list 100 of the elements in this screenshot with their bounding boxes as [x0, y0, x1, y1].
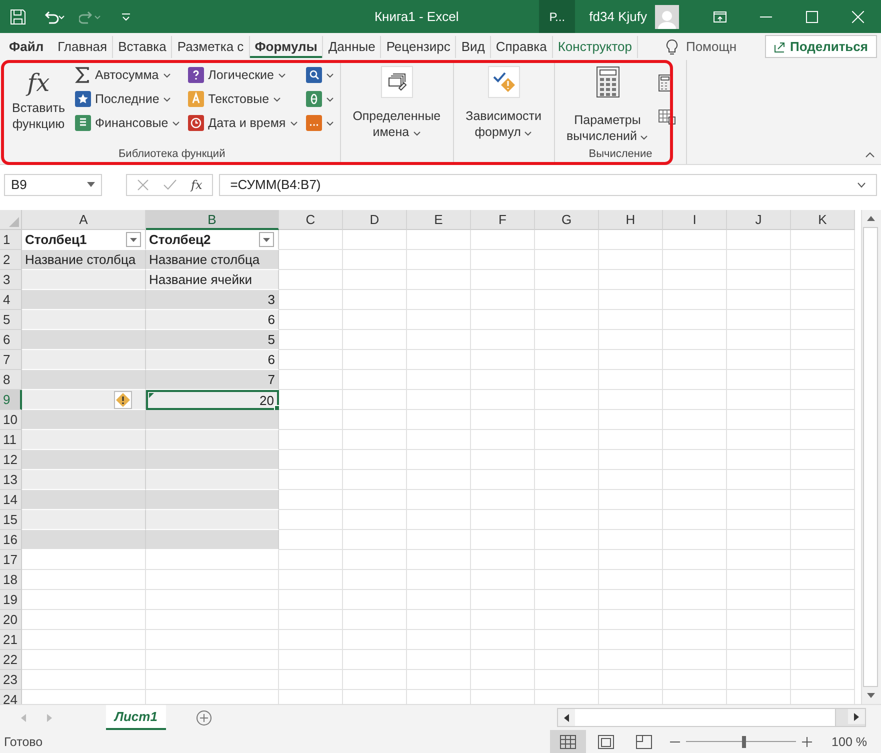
ribbon-tab[interactable]: Разметка с: [172, 36, 250, 58]
enter-check-icon[interactable]: [163, 178, 177, 190]
defined-names-button[interactable]: Определенные имена: [348, 64, 445, 146]
table-cell: [407, 590, 471, 610]
ribbon-tab[interactable]: Данные: [323, 36, 382, 58]
formula-dependencies-button[interactable]: Зависимости формул: [462, 64, 546, 146]
table-cell: [791, 270, 855, 290]
row-header[interactable]: 16: [0, 530, 22, 550]
function-category-button[interactable]: Последние: [73, 88, 182, 110]
function-category-button[interactable]: [304, 64, 336, 86]
table-cell: [663, 410, 727, 430]
ribbon-tab[interactable]: Конструктор: [552, 36, 638, 58]
formula-input-field[interactable]: =СУММ(B4:B7): [219, 174, 877, 196]
scroll-left-icon[interactable]: [558, 709, 575, 726]
function-category-button[interactable]: Текстовые: [186, 88, 300, 110]
help-search[interactable]: Помощн: [660, 38, 743, 56]
row-header[interactable]: 21: [0, 630, 22, 650]
column-header[interactable]: G: [535, 210, 599, 230]
table-cell: [279, 390, 343, 410]
filter-dropdown-button[interactable]: [126, 232, 141, 247]
table-cell: [791, 670, 855, 690]
function-category-button[interactable]: [304, 88, 336, 110]
column-header[interactable]: B: [146, 210, 279, 230]
ribbon-tab[interactable]: Файл: [4, 36, 49, 58]
account-button[interactable]: Р...: [539, 0, 576, 33]
ribbon-tab[interactable]: Формулы: [250, 36, 324, 58]
row-header[interactable]: 23: [0, 670, 22, 690]
column-header[interactable]: K: [791, 210, 855, 230]
row-header[interactable]: 22: [0, 650, 22, 670]
share-button[interactable]: Поделиться: [764, 35, 877, 58]
table-cell: [343, 590, 407, 610]
ribbon-tab[interactable]: Рецензирс: [381, 36, 456, 58]
scrollbar-thumb[interactable]: [863, 227, 878, 687]
row-header[interactable]: 7: [0, 350, 22, 370]
add-sheet-icon[interactable]: [196, 710, 212, 726]
row-header[interactable]: 1: [0, 230, 22, 250]
caret-icon: [412, 131, 421, 136]
row-header[interactable]: 6: [0, 330, 22, 350]
table-cell: [279, 310, 343, 330]
ribbon-tab[interactable]: Главная: [52, 36, 114, 58]
normal-view-icon[interactable]: [550, 730, 586, 753]
row-header[interactable]: 15: [0, 510, 22, 530]
scroll-right-icon[interactable]: [848, 709, 865, 724]
insert-function-button[interactable]: fx: [191, 178, 202, 192]
row-header[interactable]: 2: [0, 250, 22, 270]
zoom-slider-thumb[interactable]: [742, 736, 746, 748]
column-header[interactable]: F: [471, 210, 535, 230]
warning-icon[interactable]: [114, 390, 132, 408]
table-cell: [663, 230, 727, 250]
table-cell: [663, 470, 727, 490]
table-cell: [663, 530, 727, 550]
filter-dropdown-button[interactable]: [259, 232, 274, 247]
expand-caret-icon[interactable]: [857, 182, 866, 188]
row-header[interactable]: 9: [0, 390, 22, 410]
scrollbar-thumb[interactable]: [575, 709, 836, 726]
row-header[interactable]: 11: [0, 430, 22, 450]
table-cell: [727, 490, 791, 510]
row-header[interactable]: 5: [0, 310, 22, 330]
function-category-button[interactable]: Автосумма: [73, 64, 182, 86]
calculation-options-button[interactable]: Параметры вычислений: [562, 64, 652, 146]
row-header[interactable]: 20: [0, 610, 22, 630]
table-cell: [407, 550, 471, 570]
row-header[interactable]: 14: [0, 490, 22, 510]
column-header[interactable]: D: [343, 210, 407, 230]
row-header[interactable]: 3: [0, 270, 22, 290]
function-category-button[interactable]: Дата и время: [186, 112, 300, 134]
table-cell: [791, 390, 855, 410]
row-header[interactable]: 17: [0, 550, 22, 570]
row-header[interactable]: 4: [0, 290, 22, 310]
caret-icon: [524, 131, 532, 136]
column-header[interactable]: A: [22, 210, 146, 230]
row-header[interactable]: 8: [0, 370, 22, 390]
column-header[interactable]: E: [407, 210, 471, 230]
sheet-tab[interactable]: Лист1: [106, 705, 166, 730]
column-header[interactable]: I: [663, 210, 727, 230]
collapse-ribbon-icon[interactable]: [865, 152, 875, 160]
table-cell: [791, 310, 855, 330]
avatar-silhouette-icon[interactable]: [655, 4, 679, 28]
function-category-button[interactable]: Логические: [186, 64, 300, 86]
row-header[interactable]: 10: [0, 410, 22, 430]
row-header[interactable]: 19: [0, 590, 22, 610]
insert-function-button[interactable]: fx Вставить функцию: [8, 64, 69, 146]
table-cell: [279, 470, 343, 490]
ribbon-tab[interactable]: Вставка: [113, 36, 172, 58]
row-header[interactable]: 12: [0, 450, 22, 470]
table-cell: [343, 450, 407, 470]
ribbon-tab[interactable]: Справка: [490, 36, 553, 58]
column-header[interactable]: H: [599, 210, 663, 230]
row-header[interactable]: 18: [0, 570, 22, 590]
table-cell: [535, 270, 599, 290]
column-header[interactable]: J: [727, 210, 791, 230]
row-header[interactable]: 24: [0, 690, 22, 704]
table-cell: [279, 450, 343, 470]
row-header[interactable]: 13: [0, 470, 22, 490]
column-header[interactable]: C: [279, 210, 343, 230]
ribbon-tab[interactable]: Вид: [456, 36, 491, 58]
table-cell: [727, 650, 791, 670]
name-box[interactable]: B9: [4, 174, 102, 196]
function-category-button[interactable]: [304, 112, 336, 134]
function-category-button[interactable]: Финансовые: [73, 112, 182, 134]
